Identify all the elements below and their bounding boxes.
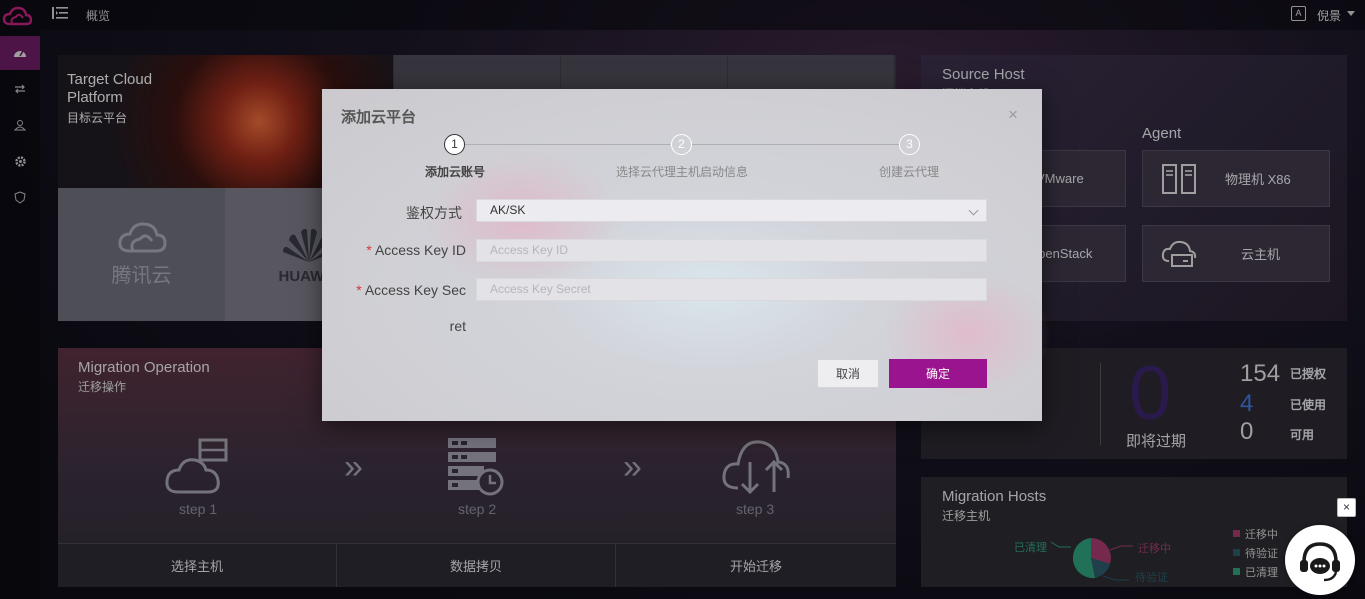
access-key-id-input[interactable]: Access Key ID bbox=[476, 239, 987, 262]
step-2-circle: 2 bbox=[671, 134, 692, 155]
access-key-secret-label-wrap: ret bbox=[449, 318, 466, 334]
cancel-button[interactable]: 取消 bbox=[817, 359, 879, 388]
chevron-down-icon bbox=[968, 205, 979, 216]
access-key-secret-label: * Access Key Sec bbox=[332, 282, 466, 298]
dialog-title: 添加云平台 bbox=[341, 109, 417, 126]
required-mark: * bbox=[366, 242, 372, 258]
chat-close-icon[interactable]: × bbox=[1337, 498, 1356, 517]
step-2-text: 选择云代理主机启动信息 bbox=[615, 165, 748, 179]
access-key-id-label: * Access Key ID bbox=[342, 242, 466, 258]
app-root: 概览 A 倪景 Target Cloud Platform 目标云平台 腾讯云 … bbox=[0, 0, 1365, 599]
confirm-button[interactable]: 确定 bbox=[889, 359, 987, 388]
step-1-circle: 1 bbox=[444, 134, 465, 155]
access-key-id-label-text: Access Key ID bbox=[374, 242, 466, 258]
add-cloud-platform-dialog: 添加云平台 × 1 2 3 添加云账号 选择云代理主机启动信息 创建云代理 鉴权… bbox=[322, 89, 1052, 421]
step-connector bbox=[692, 144, 899, 145]
auth-method-value: AK/SK bbox=[490, 203, 526, 217]
auth-method-select[interactable]: AK/SK bbox=[476, 199, 987, 222]
auth-method-label: 鉴权方式 bbox=[406, 205, 462, 221]
required-mark: * bbox=[356, 282, 362, 298]
access-key-secret-input[interactable]: Access Key Secret bbox=[476, 278, 987, 301]
customer-service-chat-button[interactable] bbox=[1285, 525, 1355, 595]
step-3-circle: 3 bbox=[899, 134, 920, 155]
step-3-text: 创建云代理 bbox=[878, 165, 939, 179]
step-1-text: 添加云账号 bbox=[424, 165, 485, 179]
headset-icon bbox=[1300, 542, 1340, 582]
step-connector bbox=[465, 144, 670, 145]
close-icon[interactable]: × bbox=[1008, 105, 1018, 125]
access-key-secret-label-text: Access Key Sec bbox=[364, 282, 466, 298]
